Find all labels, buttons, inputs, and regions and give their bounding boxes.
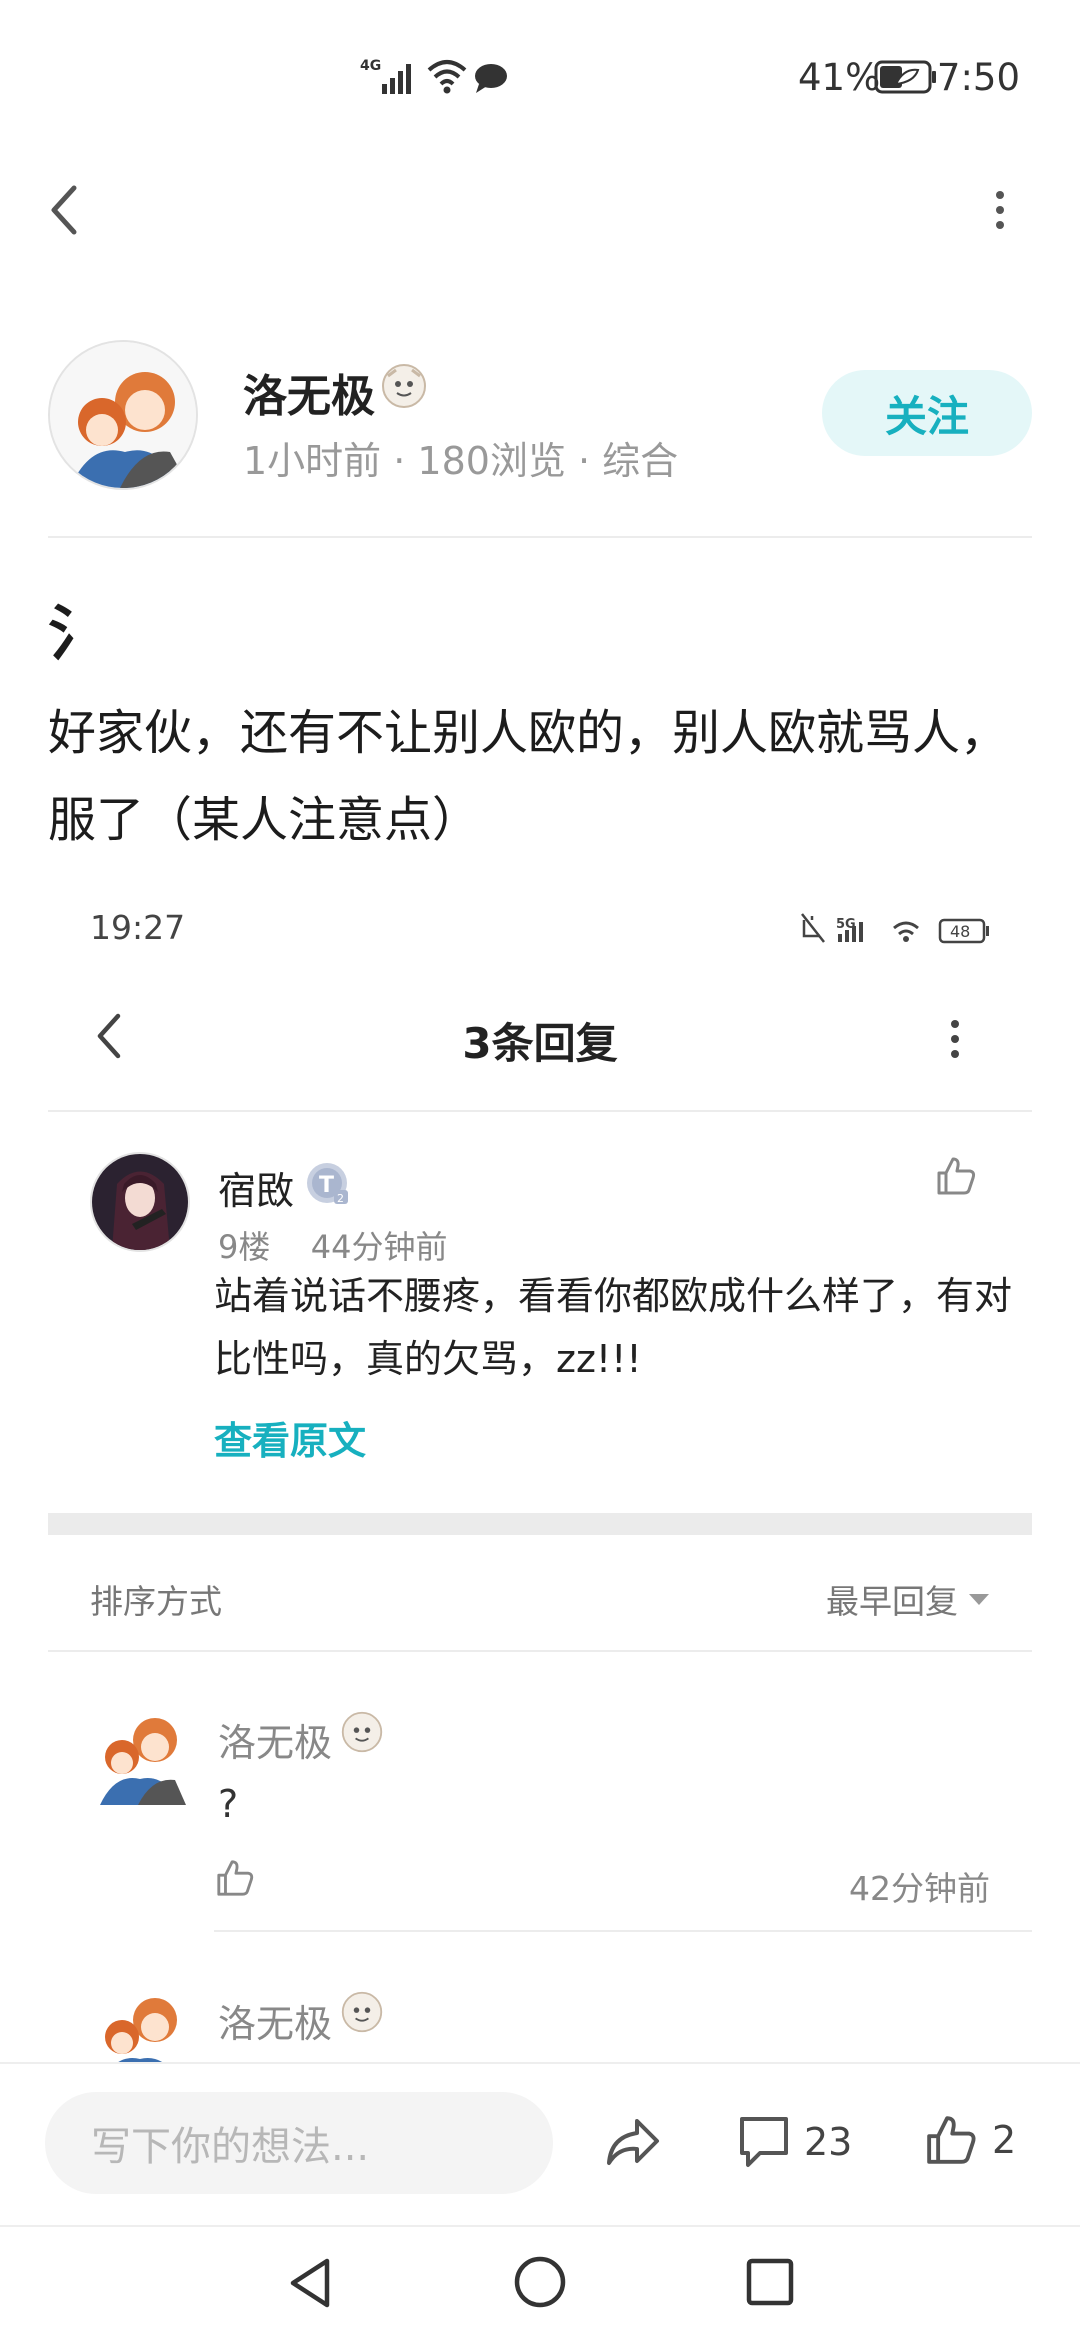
reply-avatar xyxy=(90,1985,190,2062)
reply-badge-icon xyxy=(340,1990,384,2034)
sort-selector: 最早回复 xyxy=(826,1575,990,1623)
comment-floor: 9楼 xyxy=(218,1228,271,1266)
status-bar: 4G 41% 7:50 xyxy=(0,0,1080,150)
comment-like-icon xyxy=(935,1155,977,1197)
reply-text: ? xyxy=(218,1782,239,1826)
screenshot-more-icon xyxy=(945,1016,965,1062)
divider xyxy=(48,1650,1032,1652)
comment-text: 站着说话不腰疼，看看你都欧成什么样了，有对比性吗，真的欠骂，zz!!! xyxy=(214,1274,1013,1381)
sort-value: 最早回复 xyxy=(826,1582,958,1621)
signal-icon: 4G xyxy=(360,58,420,96)
share-icon xyxy=(607,2119,659,2165)
section-divider xyxy=(48,1513,1032,1535)
svg-text:4G: 4G xyxy=(360,58,381,74)
like-icon xyxy=(927,2116,976,2164)
comment-meta: 9楼 44分钟前 xyxy=(218,1222,447,1268)
back-icon xyxy=(51,185,77,235)
screenshot-status-icons: 5G 48 xyxy=(800,912,1000,948)
nav-recent-button[interactable] xyxy=(744,2256,796,2308)
comment-icon xyxy=(740,2117,788,2167)
divider xyxy=(48,536,1032,538)
battery-percent: 41% xyxy=(798,56,881,99)
author-avatar[interactable] xyxy=(48,340,198,490)
comment-button[interactable]: 23 xyxy=(738,2115,852,2169)
nav-home-icon xyxy=(514,2256,566,2308)
nav-back-icon xyxy=(290,2258,330,2308)
back-button[interactable] xyxy=(42,180,92,240)
more-button[interactable] xyxy=(985,185,1015,235)
view-original-link: 查看原文 xyxy=(214,1419,367,1463)
screenshot-title: 3条回复 xyxy=(462,1019,618,1068)
nav-home-button[interactable] xyxy=(512,2254,568,2310)
reply-author: 洛无极 xyxy=(218,1721,333,1765)
reply-badge-icon xyxy=(340,1710,384,1754)
author-badge-icon xyxy=(380,362,428,410)
chevron-down-icon xyxy=(969,1594,989,1605)
like-button[interactable]: 2 xyxy=(924,2112,1016,2168)
reply-like-icon xyxy=(215,1858,255,1898)
post-title: 氵 xyxy=(48,599,108,669)
divider xyxy=(48,1110,1032,1112)
comment-time: 44分钟前 xyxy=(310,1228,448,1266)
status-time: 7:50 xyxy=(936,56,1020,99)
post-meta: 1小时前 · 180浏览 · 综合 xyxy=(243,439,679,483)
svg-text:T: T xyxy=(319,1173,334,1198)
svg-text:48: 48 xyxy=(950,922,970,941)
svg-text:2: 2 xyxy=(337,1192,344,1205)
follow-button[interactable]: 关注 xyxy=(822,370,1032,456)
message-icon xyxy=(473,62,509,94)
author-name[interactable]: 洛无极 xyxy=(243,360,375,424)
post-body: 好家伙，还有不让别人欧的，别人欧就骂人，服了（某人注意点） xyxy=(48,705,1009,848)
reply-avatar xyxy=(90,1705,190,1805)
divider xyxy=(214,1930,1032,1932)
comment-author: 宿敃 xyxy=(218,1169,295,1213)
comment-count: 23 xyxy=(804,2120,853,2164)
nav-back-button[interactable] xyxy=(285,2255,335,2311)
nav-recent-icon xyxy=(746,2258,794,2306)
comment-avatar xyxy=(90,1152,190,1252)
battery-icon xyxy=(874,60,938,94)
more-icon xyxy=(996,191,1004,229)
level-badge-icon: T 2 xyxy=(304,1160,352,1208)
like-count: 2 xyxy=(992,2118,1017,2162)
comment-input[interactable]: 写下你的想法... xyxy=(45,2092,553,2194)
sort-label: 排序方式 xyxy=(90,1582,222,1621)
reply-author: 洛无极 xyxy=(218,2002,333,2046)
screenshot-status-time: 19:27 xyxy=(90,908,186,947)
share-button[interactable] xyxy=(603,2115,663,2171)
wifi-icon xyxy=(425,58,469,94)
reply-time: 42分钟前 xyxy=(849,1869,990,1908)
